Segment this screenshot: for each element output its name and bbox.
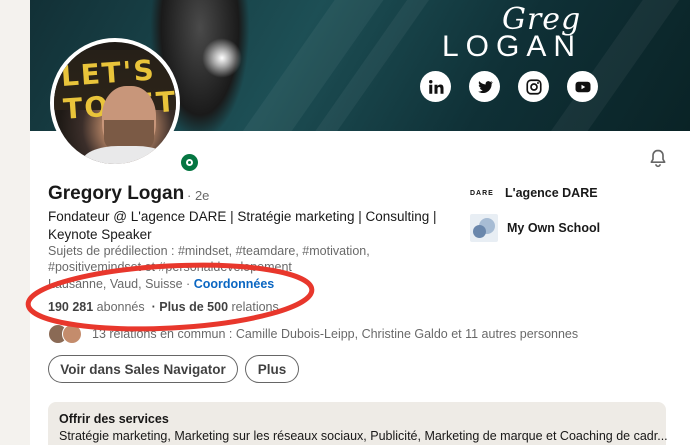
services-title: Offrir des services — [59, 412, 169, 426]
view-in-sales-navigator-button[interactable]: Voir dans Sales Navigator — [48, 355, 238, 383]
banner-social-icons — [420, 71, 598, 102]
online-status-icon — [178, 151, 200, 173]
profile-avatar[interactable]: LET'S TOGET — [50, 38, 180, 168]
dare-logo: DARE — [470, 189, 494, 197]
banner-stage-light — [202, 38, 242, 78]
linkedin-icon — [420, 71, 451, 102]
company-name: L'agence DARE — [505, 186, 598, 200]
profile-headline: Fondateur @ L'agence DARE | Stratégie ma… — [48, 209, 437, 242]
my-own-school-logo — [470, 214, 498, 242]
bell-icon[interactable] — [648, 148, 668, 168]
company-item-dare[interactable]: DARE L'agence DARE — [470, 186, 598, 200]
profile-topics: Sujets de prédilection : #mindset, #team… — [48, 244, 370, 274]
mutual-avatars — [48, 324, 86, 344]
banner-brand-name: LOGAN — [442, 30, 583, 63]
profile-name: Gregory Logan — [48, 183, 185, 204]
location-text: Lausanne, Vaud, Suisse · — [48, 277, 194, 291]
youtube-icon — [567, 71, 598, 102]
twitter-icon — [469, 71, 500, 102]
connections-count[interactable]: · Plus de 500 — [152, 300, 228, 314]
avatar-shirt — [82, 146, 172, 164]
followers-label: abonnés — [96, 300, 145, 314]
instagram-icon — [518, 71, 549, 102]
company-item-my-own-school[interactable]: My Own School — [470, 214, 600, 242]
avatar — [62, 324, 82, 344]
mutual-connections[interactable]: 13 relations en commun : Camille Dubois-… — [48, 324, 578, 344]
mutual-connections-text: 13 relations en commun : Camille Dubois-… — [92, 327, 579, 341]
company-name: My Own School — [507, 221, 601, 235]
connections-label: relations — [231, 300, 279, 314]
connection-degree: · 2e — [187, 188, 210, 203]
profile-location: Lausanne, Vaud, Suisse · Coordonnées — [48, 277, 274, 291]
services-section[interactable]: Offrir des services Stratégie marketing,… — [48, 402, 668, 445]
followers-count: 190 281 — [48, 300, 94, 314]
contact-info-link[interactable]: Coordonnées — [194, 277, 275, 291]
profile-stats: 190 281 abonnés · Plus de 500 relations — [48, 300, 279, 314]
profile-card: Greg LOGAN LET'S TOGET Gregory Logan — [30, 0, 690, 445]
more-button[interactable]: Plus — [245, 355, 299, 383]
services-list: Stratégie marketing, Marketing sur les r… — [59, 429, 668, 443]
